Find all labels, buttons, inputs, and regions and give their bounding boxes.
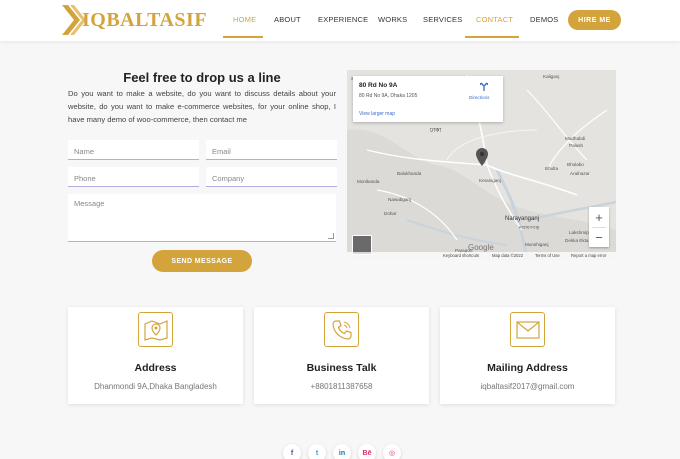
mailing-address-title: Mailing Address xyxy=(487,362,568,374)
nav-services[interactable]: SERVICES xyxy=(423,15,462,24)
directions-icon[interactable] xyxy=(479,82,489,92)
view-larger-map-link[interactable]: View larger map xyxy=(359,111,395,117)
company-field[interactable]: Company xyxy=(206,167,337,187)
business-talk-title: Business Talk xyxy=(306,362,377,374)
map-label-narayanganj: Narayanganj xyxy=(505,216,540,222)
name-field[interactable]: Name xyxy=(68,140,199,160)
address-card: Address Dhanmondi 9A,Dhaka Bangladesh xyxy=(68,307,243,404)
nav-works[interactable]: WORKS xyxy=(378,15,407,24)
google-map[interactable]: Savar Kaliganj Madhabdi Bholabo Palash A… xyxy=(347,70,616,260)
nav-about[interactable]: ABOUT xyxy=(274,15,301,24)
form-title: Feel free to drop us a line xyxy=(123,70,281,85)
nav-home-underline xyxy=(223,36,263,38)
zoom-in-button[interactable]: + xyxy=(589,207,609,227)
map-label-dekka: Dekka Ekta xyxy=(565,238,589,243)
instagram-icon[interactable]: ◎ xyxy=(383,444,401,459)
map-pin-icon[interactable] xyxy=(476,148,488,166)
logo[interactable]: IQBALTASIF xyxy=(60,3,207,37)
email-field[interactable]: Email xyxy=(206,140,337,160)
logo-text: IQBALTASIF xyxy=(82,8,208,31)
business-talk-card: Business Talk +8801811387658 xyxy=(254,307,429,404)
nav-contact-underline xyxy=(465,36,519,38)
place-title: 80 Rd No 9A xyxy=(359,82,398,89)
mailing-address-card: Mailing Address iqbaltasif2017@gmail.com xyxy=(440,307,615,404)
place-address: 80 Rd No 9A, Dhaka 1205 xyxy=(359,93,418,99)
nav-contact[interactable]: CONTACT xyxy=(476,15,513,24)
directions-link[interactable]: Directions xyxy=(469,95,489,100)
map-label-narayanganj-bn: নারায়ণগঞ্জ xyxy=(519,225,540,230)
message-field[interactable]: Message xyxy=(68,194,336,242)
phone-icon xyxy=(324,312,359,347)
form-description: Do you want to make a website, do you wa… xyxy=(68,89,336,124)
map-label-palash: Palash xyxy=(569,143,584,148)
terms-link[interactable]: Terms of Use xyxy=(535,253,560,258)
map-label-kaliganj: Kaliganj xyxy=(543,74,560,79)
map-label-araihazar: Araihazar xyxy=(570,171,590,176)
send-message-button[interactable]: SEND MESSAGE xyxy=(152,250,252,272)
map-label-nawabganj: Nawabganj xyxy=(388,197,411,202)
site-header: IQBALTASIF HOME ABOUT EXPERIENCE WORKS S… xyxy=(0,0,680,41)
mail-icon xyxy=(510,312,545,347)
twitter-icon[interactable]: t xyxy=(308,444,326,459)
zoom-control: + − xyxy=(589,207,609,247)
address-value: Dhanmondi 9A,Dhaka Bangladesh xyxy=(94,382,217,391)
report-map-error-link[interactable]: Report a map error xyxy=(571,253,606,258)
nav-demos[interactable]: DEMOS xyxy=(530,15,559,24)
zoom-separator xyxy=(592,227,606,228)
email-value[interactable]: iqbaltasif2017@gmail.com xyxy=(440,382,615,391)
map-label-bholabo: Bholabo xyxy=(567,162,584,167)
map-attribution: Keyboard shortcuts Map data ©2022 Terms … xyxy=(347,252,616,260)
zoom-out-button[interactable]: − xyxy=(589,227,609,247)
map-label-dhaka-bn: ঢাকা xyxy=(430,128,442,134)
phone-value[interactable]: +8801811387658 xyxy=(254,382,429,391)
map-label-dohar: Dohar xyxy=(384,211,397,216)
map-data-text: Map data ©2022 xyxy=(492,253,524,258)
nav-experience[interactable]: EXPERIENCE xyxy=(318,15,368,24)
message-placeholder: Message xyxy=(74,199,105,208)
resize-handle[interactable] xyxy=(328,233,334,239)
map-label-keraniganj: Keraniganj xyxy=(479,178,501,183)
map-label-monikanda: Monikanda xyxy=(357,179,380,184)
keyboard-shortcuts-link[interactable]: Keyboard shortcuts xyxy=(443,253,479,258)
map-label-balukhanda: Balukhanda xyxy=(397,171,422,176)
address-title: Address xyxy=(134,362,177,374)
map-info-card: 80 Rd No 9A 80 Rd No 9A, Dhaka 1205 View… xyxy=(353,76,503,122)
facebook-icon[interactable]: f xyxy=(283,444,301,459)
map-location-icon xyxy=(138,312,173,347)
linkedin-icon[interactable]: in xyxy=(333,444,351,459)
behance-icon[interactable]: Bē xyxy=(358,444,376,459)
phone-field[interactable]: Phone xyxy=(68,167,199,187)
map-label-bhulta: Bhulta xyxy=(545,166,559,171)
map-label-madhabdi: Madhabdi xyxy=(565,136,586,141)
google-logo: Google xyxy=(468,243,494,252)
map-label-munshiganj: Munshiganj xyxy=(525,242,549,247)
nav-home[interactable]: HOME xyxy=(233,15,256,24)
hire-me-button[interactable]: HIRE ME xyxy=(568,10,621,30)
